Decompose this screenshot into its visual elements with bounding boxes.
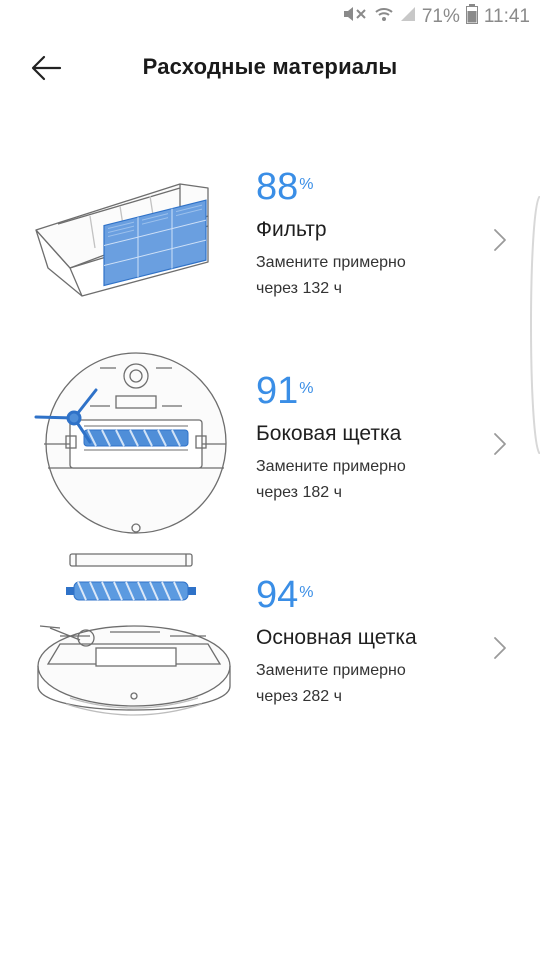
hint-line-2: через 182 ч: [256, 484, 342, 501]
battery-percent: 71%: [421, 6, 460, 27]
hint-line-1: Замените примерно: [256, 662, 406, 679]
page-title: Расходные материалы: [142, 54, 398, 79]
item-hint: Замените примерно через 282 ч: [256, 658, 476, 710]
percent-value: 88%: [256, 168, 476, 206]
consumable-item-main-brush[interactable]: 94% Основная щетка Замените примерно чер…: [0, 553, 540, 780]
wifi-icon: [374, 5, 394, 29]
clock: 11:41: [483, 6, 530, 27]
hint-line-2: через 282 ч: [256, 688, 342, 705]
percent-sign: %: [299, 176, 314, 193]
consumable-item-filter[interactable]: 88% Фильтр Замените примерно через 132 ч: [0, 168, 540, 372]
item-name: Фильтр: [256, 218, 327, 241]
item-name: Боковая щетка: [256, 422, 402, 445]
item-text: 91% Боковая щетка Замените примерно чере…: [256, 372, 476, 506]
mute-icon: [342, 5, 368, 29]
chevron-right-icon: [494, 433, 506, 455]
hint-line-1: Замените примерно: [256, 254, 406, 271]
app-header: Расходные материалы: [0, 34, 540, 104]
percent-number: 91: [256, 370, 299, 412]
percent-value: 94%: [256, 576, 476, 614]
percent-sign: %: [299, 584, 314, 601]
hint-line-2: через 132 ч: [256, 280, 342, 297]
item-hint: Замените примерно через 132 ч: [256, 250, 476, 302]
consumable-item-side-brush[interactable]: 91% Боковая щетка Замените примерно чере…: [0, 352, 540, 576]
cell-signal-icon: [400, 5, 416, 29]
item-text: 94% Основная щетка Замените примерно чер…: [256, 576, 476, 710]
hint-line-1: Замените примерно: [256, 458, 406, 475]
battery-icon: [465, 4, 478, 30]
percent-number: 88: [256, 166, 299, 208]
percent-value: 91%: [256, 372, 476, 410]
side-brush-illustration: [30, 348, 240, 538]
chevron-right-icon: [494, 229, 506, 251]
chevron-right-icon: [494, 637, 506, 659]
percent-sign: %: [299, 380, 314, 397]
status-bar: 71% 11:41: [0, 0, 540, 34]
item-text: 88% Фильтр Замените примерно через 132 ч: [256, 168, 476, 302]
main-brush-illustration: [30, 548, 240, 738]
item-hint: Замените примерно через 182 ч: [256, 454, 476, 506]
item-name: Основная щетка: [256, 626, 417, 649]
percent-number: 94: [256, 574, 299, 616]
filter-illustration: [30, 168, 240, 358]
